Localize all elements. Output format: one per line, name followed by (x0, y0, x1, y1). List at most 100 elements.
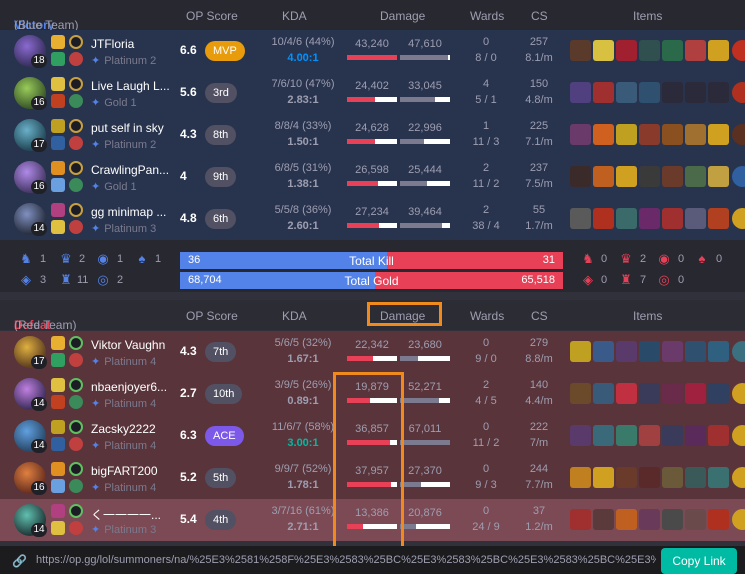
damage-header[interactable]: Damage (380, 9, 425, 23)
summoner-name[interactable]: く一一一一... (91, 506, 171, 523)
item-slot-icon[interactable] (593, 425, 614, 446)
summoner-name[interactable]: Viktor Vaughn (91, 338, 171, 352)
summoner-name[interactable]: bigFART200 (91, 464, 171, 478)
summoner-spell-flash-icon[interactable] (51, 336, 65, 350)
trinket-icon[interactable] (732, 40, 745, 61)
player-row[interactable]: 17 Viktor Vaughn ✦ Platinum 4 4.3 7th 5/6/5 (3… (0, 331, 745, 373)
secondary-rune-icon[interactable] (69, 136, 83, 150)
summoner-spell-secondary-icon[interactable] (51, 94, 65, 108)
item-slot-icon[interactable] (708, 509, 729, 530)
player-row[interactable]: 17 put self in sky ✦ Platinum 2 4.3 8th 8/8/4 … (0, 114, 745, 156)
summoner-spell-flash-icon[interactable] (51, 462, 65, 476)
item-slot-icon[interactable] (593, 40, 614, 61)
item-slot-icon[interactable] (639, 425, 660, 446)
player-row[interactable]: 18 JTFloria ✦ Platinum 2 6.6 MVP 10/4/6 (44%) 4… (0, 30, 745, 72)
item-slot-icon[interactable] (639, 208, 660, 229)
summoner-spell-flash-icon[interactable] (51, 77, 65, 91)
summoner-spell-secondary-icon[interactable] (51, 395, 65, 409)
trinket-icon[interactable] (732, 208, 745, 229)
item-slot-icon[interactable] (639, 166, 660, 187)
item-slot-icon[interactable] (570, 124, 591, 145)
summoner-spell-flash-icon[interactable] (51, 420, 65, 434)
player-row[interactable]: 16 CrawlingPan... ✦ Gold 1 4 9th 6/8/5 (31%) 1.… (0, 156, 745, 198)
item-slot-icon[interactable] (570, 383, 591, 404)
item-slot-icon[interactable] (685, 383, 706, 404)
item-slot-icon[interactable] (708, 82, 729, 103)
item-slot-icon[interactable] (616, 166, 637, 187)
summoner-spell-flash-icon[interactable] (51, 119, 65, 133)
item-slot-icon[interactable] (593, 509, 614, 530)
summoner-spell-flash-icon[interactable] (51, 504, 65, 518)
item-slot-icon[interactable] (685, 40, 706, 61)
item-slot-icon[interactable] (616, 341, 637, 362)
secondary-rune-icon[interactable] (69, 521, 83, 535)
summoner-name[interactable]: gg minimap ... (91, 205, 171, 219)
item-slot-icon[interactable] (662, 383, 683, 404)
item-slot-icon[interactable] (639, 82, 660, 103)
secondary-rune-icon[interactable] (69, 479, 83, 493)
item-slot-icon[interactable] (639, 467, 660, 488)
share-url-field[interactable]: https://op.gg/lol/summoners/na/%25E3%258… (8, 549, 656, 571)
item-slot-icon[interactable] (708, 467, 729, 488)
item-slot-icon[interactable] (616, 124, 637, 145)
item-slot-icon[interactable] (616, 383, 637, 404)
item-slot-icon[interactable] (662, 166, 683, 187)
item-slot-icon[interactable] (708, 341, 729, 362)
item-slot-icon[interactable] (662, 509, 683, 530)
trinket-icon[interactable] (732, 124, 745, 145)
item-slot-icon[interactable] (570, 208, 591, 229)
item-slot-icon[interactable] (570, 166, 591, 187)
secondary-rune-icon[interactable] (69, 94, 83, 108)
keystone-rune-icon[interactable] (69, 161, 83, 175)
summoner-spell-secondary-icon[interactable] (51, 178, 65, 192)
item-slot-icon[interactable] (708, 40, 729, 61)
secondary-rune-icon[interactable] (69, 353, 83, 367)
summoner-spell-secondary-icon[interactable] (51, 521, 65, 535)
secondary-rune-icon[interactable] (69, 437, 83, 451)
item-slot-icon[interactable] (662, 425, 683, 446)
trinket-icon[interactable] (732, 383, 745, 404)
item-slot-icon[interactable] (570, 40, 591, 61)
item-slot-icon[interactable] (662, 82, 683, 103)
summoner-spell-secondary-icon[interactable] (51, 220, 65, 234)
item-slot-icon[interactable] (685, 124, 706, 145)
item-slot-icon[interactable] (639, 509, 660, 530)
item-slot-icon[interactable] (662, 467, 683, 488)
item-slot-icon[interactable] (685, 509, 706, 530)
item-slot-icon[interactable] (708, 425, 729, 446)
keystone-rune-icon[interactable] (69, 77, 83, 91)
item-slot-icon[interactable] (708, 166, 729, 187)
item-slot-icon[interactable] (593, 124, 614, 145)
summoner-name[interactable]: JTFloria (91, 37, 171, 51)
summoner-spell-flash-icon[interactable] (51, 203, 65, 217)
summoner-name[interactable]: Live Laugh L... (91, 79, 171, 93)
item-slot-icon[interactable] (593, 383, 614, 404)
item-slot-icon[interactable] (662, 341, 683, 362)
item-slot-icon[interactable] (708, 208, 729, 229)
summoner-name[interactable]: put self in sky (91, 121, 171, 135)
item-slot-icon[interactable] (593, 166, 614, 187)
keystone-rune-icon[interactable] (69, 378, 83, 392)
player-row[interactable]: 14 gg minimap ... ✦ Platinum 3 4.8 6th 5/5/8 (… (0, 198, 745, 240)
item-slot-icon[interactable] (662, 124, 683, 145)
keystone-rune-icon[interactable] (69, 35, 83, 49)
summoner-name[interactable]: Zacsky2222 (91, 422, 171, 436)
item-slot-icon[interactable] (570, 82, 591, 103)
item-slot-icon[interactable] (662, 208, 683, 229)
trinket-icon[interactable] (732, 467, 745, 488)
secondary-rune-icon[interactable] (69, 52, 83, 66)
keystone-rune-icon[interactable] (69, 420, 83, 434)
trinket-icon[interactable] (732, 425, 745, 446)
item-slot-icon[interactable] (685, 208, 706, 229)
copy-link-button[interactable]: Copy Link (661, 548, 737, 574)
player-row[interactable]: 16 Live Laugh L... ✦ Gold 1 5.6 3rd 7/6/10 (47… (0, 72, 745, 114)
item-slot-icon[interactable] (593, 82, 614, 103)
keystone-rune-icon[interactable] (69, 336, 83, 350)
item-slot-icon[interactable] (685, 341, 706, 362)
summoner-spell-secondary-icon[interactable] (51, 353, 65, 367)
keystone-rune-icon[interactable] (69, 462, 83, 476)
secondary-rune-icon[interactable] (69, 395, 83, 409)
keystone-rune-icon[interactable] (69, 119, 83, 133)
item-slot-icon[interactable] (639, 40, 660, 61)
item-slot-icon[interactable] (708, 383, 729, 404)
